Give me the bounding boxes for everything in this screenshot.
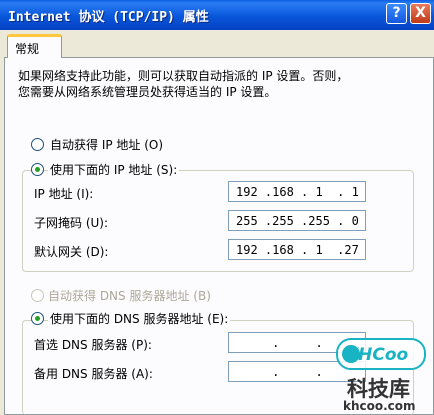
ip-address-input[interactable]: 192 .168 . 1 . 1 [228,181,366,202]
subnet-mask-label: 子网掩码 (U): [34,216,109,230]
auto-ip-label[interactable]: 自动获得 IP 地址 (O) [50,136,163,153]
subnet-mask-input[interactable]: 255 .255 .255 . 0 [228,210,366,231]
description-text: 如果网络支持此功能，则可以获取自动指派的 IP 设置。否则， 您需要从网络系统管… [18,68,418,100]
ip-address-label: IP 地址 (I): [34,187,94,201]
default-gateway-label: 默认网关 (D): [34,245,109,259]
help-button[interactable]: ? [386,3,407,24]
auto-ip-radio[interactable] [31,138,44,151]
manual-ip-radio[interactable] [31,163,44,176]
close-button[interactable]: X [410,3,431,24]
khcoo-watermark-logo: KHCoo 科技库 khcoo.com [335,333,427,415]
tab-general[interactable]: 常规 [7,34,62,58]
manual-ip-label[interactable]: 使用下面的 IP 地址 (S): [48,161,180,178]
window-title: Internet 协议 (TCP/IP) 属性 [8,10,209,25]
manual-dns-label[interactable]: 使用下面的 DNS 服务器地址 (E): [48,310,231,327]
preferred-dns-label: 首选 DNS 服务器 (P): [34,338,152,352]
description-line-1: 如果网络支持此功能，则可以获取自动指派的 IP 设置。否则， [18,69,349,83]
description-line-2: 您需要从网络系统管理员处获得适当的 IP 设置。 [18,85,277,99]
auto-dns-radio [31,289,44,302]
default-gateway-input[interactable]: 192 .168 . 1 .27 [228,239,366,260]
manual-dns-radio[interactable] [31,312,44,325]
logo-url: khcoo.com [343,399,416,413]
title-bar[interactable]: Internet 协议 (TCP/IP) 属性 ? X [0,0,434,30]
auto-dns-label: 自动获得 DNS 服务器地址 (B) [48,289,211,303]
alternate-dns-label: 备用 DNS 服务器 (A): [34,367,153,381]
logo-text: KHCoo [345,345,409,365]
